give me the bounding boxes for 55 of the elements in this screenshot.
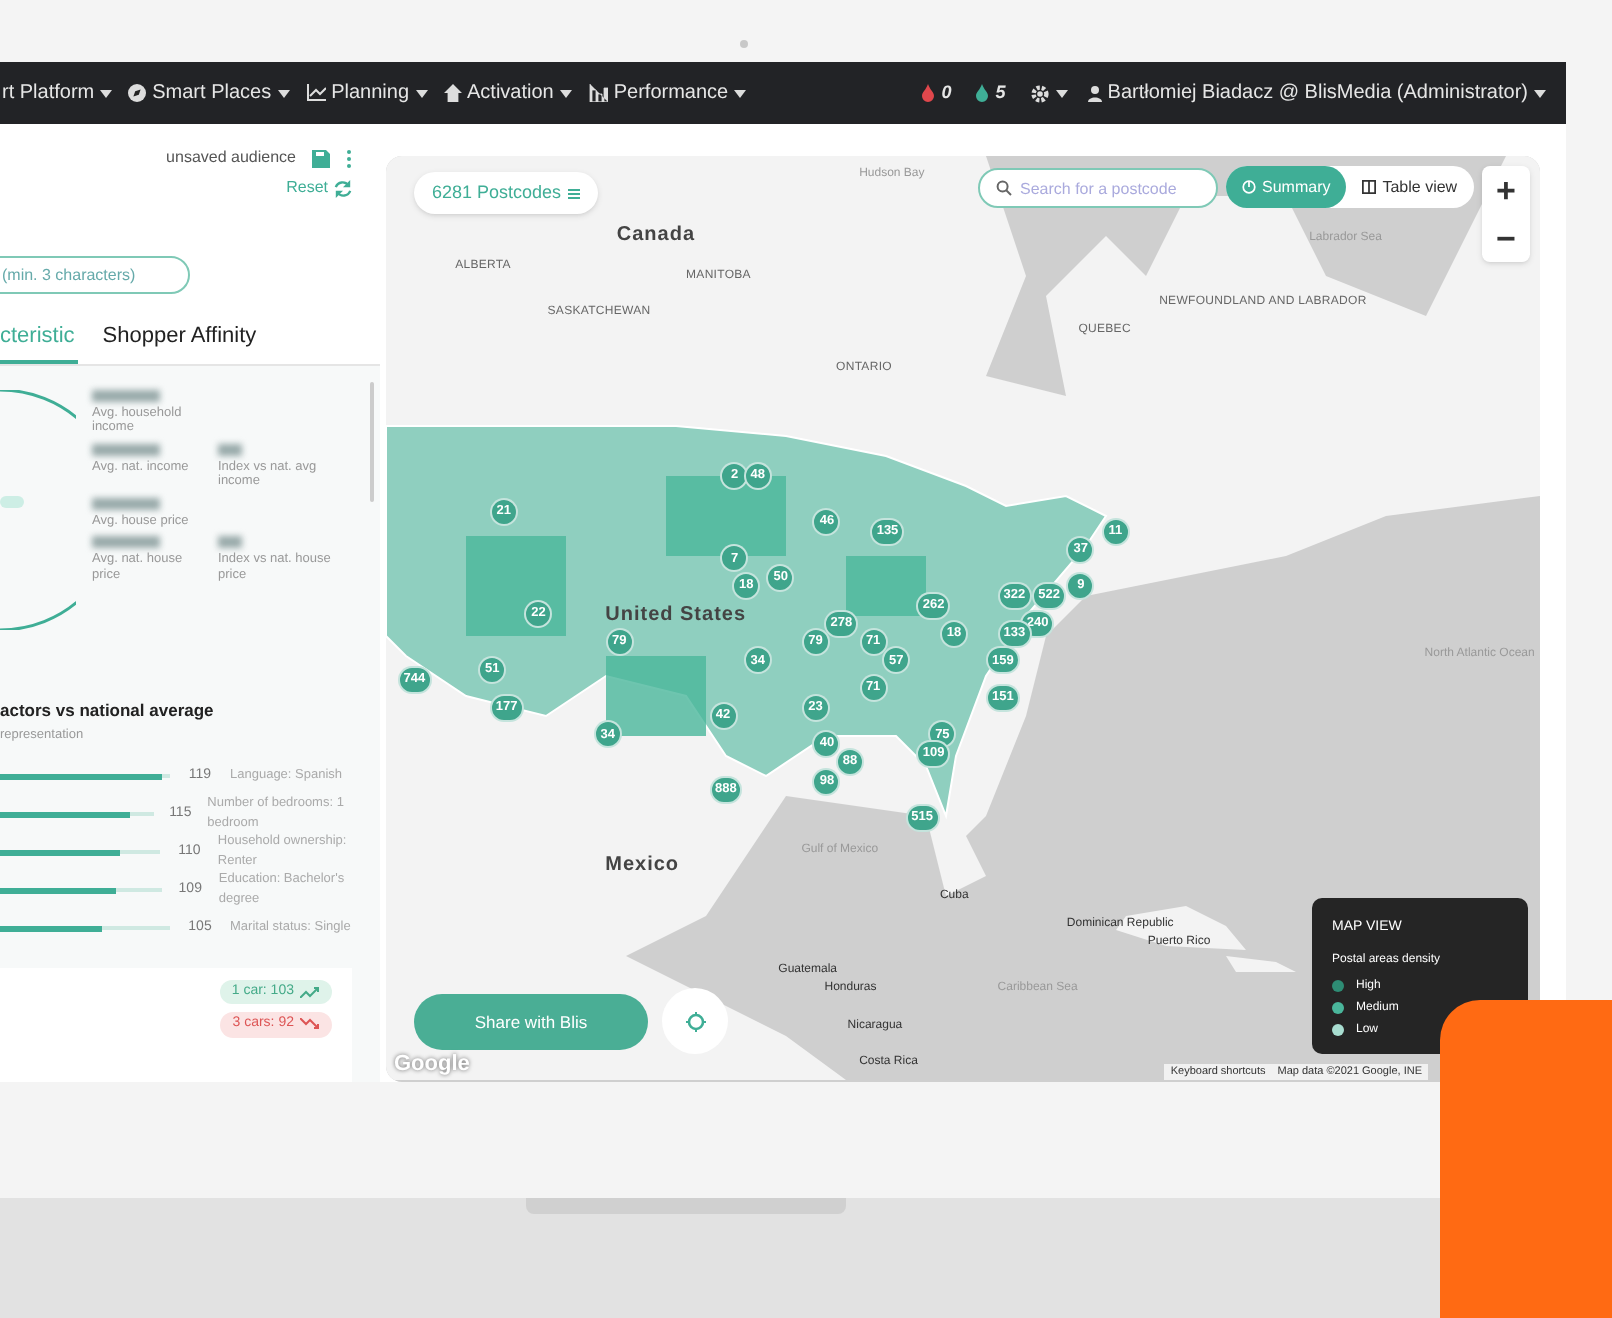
more-icon[interactable] bbox=[346, 149, 352, 167]
caret-icon bbox=[415, 89, 428, 97]
trend-down-icon bbox=[300, 1018, 320, 1031]
tab[interactable]: Shopper Affinity bbox=[102, 314, 257, 364]
caret-icon bbox=[559, 89, 572, 97]
trend-up-icon bbox=[300, 985, 320, 998]
map-label: United States bbox=[605, 602, 747, 631]
camera-icon bbox=[740, 40, 748, 48]
settings-menu[interactable] bbox=[1029, 83, 1068, 103]
map-label: Mexico bbox=[605, 852, 680, 881]
search-field[interactable]: (min. 3 characters) bbox=[0, 256, 190, 294]
home-icon bbox=[443, 84, 462, 102]
counter-value: 5 bbox=[995, 79, 1006, 106]
zoom-button[interactable]: + bbox=[1482, 166, 1530, 214]
caret-icon bbox=[277, 89, 290, 97]
nav-menu[interactable]: Smart Places bbox=[128, 78, 290, 108]
counter-value: 0 bbox=[941, 79, 952, 106]
refresh-icon bbox=[334, 179, 352, 197]
blurred-value bbox=[92, 443, 160, 456]
view-tab[interactable]: Summary bbox=[1226, 166, 1347, 208]
blurred-value bbox=[218, 536, 242, 549]
columns-icon bbox=[1362, 180, 1377, 194]
scrollbar bbox=[370, 382, 374, 502]
settings-icon bbox=[1029, 83, 1050, 103]
nav-menu[interactable]: Performance bbox=[587, 78, 747, 108]
save-icon[interactable] bbox=[312, 149, 330, 167]
list-icon bbox=[567, 187, 580, 199]
blurred-value bbox=[92, 497, 160, 510]
search-icon bbox=[996, 180, 1012, 196]
map-label: Canada bbox=[616, 222, 696, 251]
zoom-button[interactable]: − bbox=[1482, 214, 1530, 262]
nav-menu[interactable]: rt Platform bbox=[2, 78, 113, 108]
caret-icon bbox=[1055, 89, 1068, 97]
caret-icon bbox=[734, 89, 747, 97]
caret-icon bbox=[100, 89, 113, 97]
view-tab[interactable]: Table view bbox=[1346, 166, 1474, 208]
blurred-value bbox=[218, 443, 242, 456]
map-logo: Google bbox=[394, 1049, 470, 1080]
share-button[interactable]: Share with Blis bbox=[414, 994, 648, 1050]
user-icon bbox=[1087, 85, 1102, 101]
blurred-value bbox=[92, 536, 160, 549]
crosshair-icon bbox=[685, 1011, 705, 1031]
search-field[interactable]: Search for a postcode bbox=[978, 168, 1218, 208]
bar-chart-icon bbox=[587, 84, 608, 102]
compass-icon bbox=[128, 84, 147, 102]
user-menu[interactable]: Bartłomiej Biadacz @ BlisMedia (Administrator) bbox=[1087, 78, 1546, 108]
line-chart-icon bbox=[305, 84, 326, 102]
section-title: actors vs national average bbox=[0, 698, 216, 724]
reset-button[interactable]: Reset bbox=[286, 172, 352, 204]
nav-menu[interactable]: Planning bbox=[305, 78, 428, 108]
blurred-value bbox=[92, 390, 160, 402]
audience-name: unsaved audience bbox=[166, 146, 296, 170]
postcodes-button[interactable]: 6281 Postcodes bbox=[414, 172, 598, 214]
caret-icon bbox=[1534, 89, 1546, 97]
nav-menu[interactable]: Activation bbox=[443, 78, 572, 108]
